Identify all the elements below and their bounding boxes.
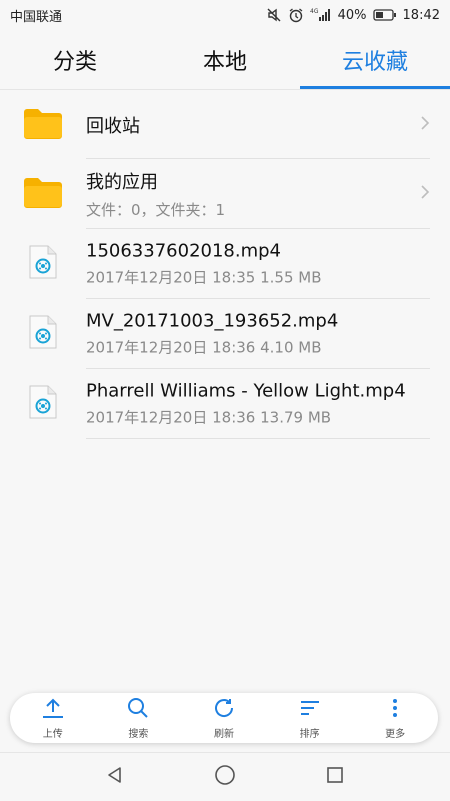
search-label: 搜索 bbox=[128, 728, 149, 740]
system-nav-bar bbox=[0, 752, 450, 801]
home-icon bbox=[214, 764, 236, 790]
upload-label: 上传 bbox=[42, 728, 63, 740]
folder-detail: 文件：0，文件夹：1 bbox=[86, 201, 226, 219]
tab-category[interactable]: 分类 bbox=[0, 30, 150, 90]
video-file-icon bbox=[28, 244, 58, 284]
folder-name: 回收站 bbox=[86, 115, 140, 137]
more-icon bbox=[383, 697, 407, 723]
folder-text: 回收站 bbox=[86, 112, 420, 138]
home-button[interactable] bbox=[205, 757, 245, 797]
alarm-icon bbox=[288, 7, 304, 23]
folder-row-recycle-bin[interactable]: 回收站 bbox=[0, 90, 450, 159]
tab-cloud-favorites[interactable]: 云收藏 bbox=[300, 30, 450, 90]
recents-icon bbox=[325, 765, 345, 789]
more-button[interactable]: 更多 bbox=[352, 693, 438, 743]
sort-button[interactable]: 排序 bbox=[267, 693, 353, 743]
upload-button[interactable]: 上传 bbox=[10, 693, 96, 743]
file-name: 1506337602018.mp4 bbox=[86, 240, 282, 262]
file-detail: 2017年12月20日 18:36 13.79 MB bbox=[86, 408, 332, 427]
refresh-button[interactable]: 刷新 bbox=[181, 693, 267, 743]
svg-text:4G: 4G bbox=[310, 8, 319, 15]
file-row[interactable]: MV_20171003_193652.mp4 2017年12月20日 18:36… bbox=[0, 299, 450, 369]
file-detail: 2017年12月20日 18:35 1.55 MB bbox=[86, 268, 322, 287]
chevron-right-icon bbox=[420, 115, 430, 135]
folder-icon bbox=[22, 106, 64, 144]
refresh-label: 刷新 bbox=[213, 728, 234, 740]
tab-bar: 分类 本地 云收藏 bbox=[0, 30, 450, 90]
upload-icon bbox=[41, 697, 65, 723]
folder-icon bbox=[22, 175, 64, 213]
video-file-icon bbox=[28, 384, 58, 424]
battery-icon bbox=[372, 8, 397, 22]
folder-name: 我的应用 bbox=[86, 172, 158, 193]
search-button[interactable]: 搜索 bbox=[96, 693, 182, 743]
file-list: 回收站 我的应用 文件：0，文件夹：1 1506337602018.mp4 20… bbox=[0, 90, 450, 439]
search-icon bbox=[126, 697, 150, 723]
more-label: 更多 bbox=[385, 728, 406, 740]
file-detail: 2017年12月20日 18:36 4.10 MB bbox=[86, 338, 322, 357]
file-row[interactable]: 1506337602018.mp4 2017年12月20日 18:35 1.55… bbox=[0, 229, 450, 299]
chevron-right-icon bbox=[420, 184, 430, 204]
row-divider bbox=[86, 438, 430, 439]
refresh-icon bbox=[212, 697, 236, 723]
battery-percent: 40% bbox=[337, 7, 367, 23]
clock-label: 18:42 bbox=[402, 7, 440, 23]
folder-row-my-apps[interactable]: 我的应用 文件：0，文件夹：1 bbox=[0, 159, 450, 229]
status-bar: 中国联通 4G 40% 18:42 bbox=[0, 0, 450, 30]
signal-icon: 4G bbox=[310, 7, 332, 23]
video-file-icon bbox=[28, 314, 58, 354]
status-icons: 4G 40% 18:42 bbox=[266, 7, 440, 23]
carrier-label: 中国联通 bbox=[10, 9, 63, 25]
sort-label: 排序 bbox=[299, 728, 320, 740]
file-name: Pharrell Williams - Yellow Light.mp4 bbox=[86, 380, 406, 402]
file-row[interactable]: Pharrell Williams - Yellow Light.mp4 201… bbox=[0, 369, 450, 439]
back-icon bbox=[105, 765, 125, 789]
recents-button[interactable] bbox=[315, 757, 355, 797]
file-text: 1506337602018.mp4 2017年12月20日 18:35 1.55… bbox=[86, 241, 420, 288]
file-name: MV_20171003_193652.mp4 bbox=[86, 310, 339, 332]
sort-icon bbox=[298, 697, 322, 723]
folder-text: 我的应用 文件：0，文件夹：1 bbox=[86, 168, 420, 220]
tab-local[interactable]: 本地 bbox=[150, 30, 300, 90]
mute-icon bbox=[266, 7, 282, 23]
file-text: MV_20171003_193652.mp4 2017年12月20日 18:36… bbox=[86, 311, 420, 358]
bottom-toolbar: 上传 搜索 刷新 排序 更多 bbox=[10, 693, 438, 743]
back-button[interactable] bbox=[95, 757, 135, 797]
file-text: Pharrell Williams - Yellow Light.mp4 201… bbox=[86, 381, 420, 428]
